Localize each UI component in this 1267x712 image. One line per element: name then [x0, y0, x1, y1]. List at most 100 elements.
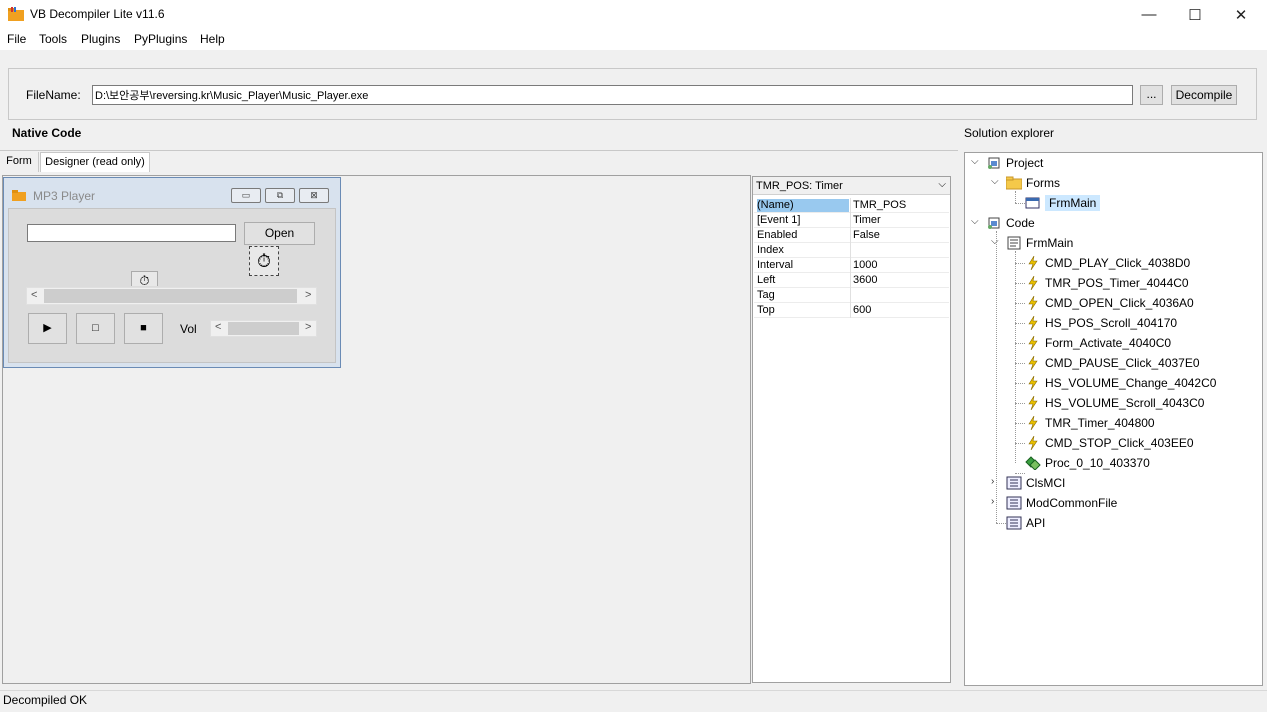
tree-guide-line	[996, 523, 1006, 524]
tree-item-project[interactable]: Project	[986, 153, 1043, 173]
property-row[interactable]: Interval 1000	[754, 258, 949, 273]
tree-guide-line	[1015, 363, 1025, 364]
property-divider	[850, 228, 851, 243]
event-icon	[1025, 376, 1041, 390]
scroll-left-icon[interactable]: <	[215, 321, 221, 333]
tree-node-label: CMD_STOP_Click_403EE0	[1045, 436, 1194, 450]
divider	[0, 150, 958, 151]
tree-node-label: HS_VOLUME_Scroll_4043C0	[1045, 396, 1205, 410]
event-icon	[1025, 396, 1041, 410]
volume-scrollbar-thumb[interactable]	[228, 322, 299, 335]
tree-node-label: Forms	[1026, 176, 1060, 190]
property-value[interactable]: 3600	[853, 274, 877, 286]
tree-item-module[interactable]: API	[1006, 513, 1045, 533]
tree-item-procedure[interactable]: CMD_OPEN_Click_4036A0	[1025, 293, 1194, 313]
property-row[interactable]: [Event 1] Timer	[754, 213, 949, 228]
tree-item-module[interactable]: ClsMCI	[1006, 473, 1065, 493]
filename-input[interactable]	[92, 85, 1133, 105]
tab-designer[interactable]: Designer (read only)	[40, 152, 150, 172]
tree-item-frmmain-code[interactable]: FrmMain	[1006, 233, 1073, 253]
title-bar	[0, 0, 1267, 29]
tree-item-frmmain-form[interactable]: FrmMain	[1025, 193, 1101, 213]
tree-item-code[interactable]: Code	[986, 213, 1035, 233]
close-button[interactable]: ✕	[1218, 0, 1264, 29]
browse-button[interactable]: ...	[1140, 85, 1163, 105]
menu-file[interactable]: File	[7, 32, 26, 46]
tree-guide-line	[1015, 303, 1025, 304]
timer-icon[interactable]: ⏱	[131, 271, 158, 286]
property-row[interactable]: Index	[754, 243, 949, 258]
chevron-down-icon[interactable]: ⌵	[971, 216, 979, 227]
tree-node-label: Code	[1006, 216, 1035, 230]
property-value[interactable]: 600	[853, 304, 871, 316]
decompile-button[interactable]: Decompile	[1171, 85, 1237, 105]
tree-guide-line	[1015, 443, 1025, 444]
tree-node-label: ClsMCI	[1026, 476, 1066, 490]
scroll-right-icon[interactable]: >	[305, 321, 311, 333]
chevron-down-icon[interactable]: ⌵	[971, 156, 979, 167]
tab-form[interactable]: Form	[0, 152, 39, 172]
chevron-down-icon[interactable]: ⌵	[991, 176, 999, 187]
property-row[interactable]: Left 3600	[754, 273, 949, 288]
tree-item-procedure[interactable]: TMR_Timer_404800	[1025, 413, 1155, 433]
form-maximize-icon: ⧉	[265, 188, 295, 203]
tree-item-procedure[interactable]: HS_VOLUME_Change_4042C0	[1025, 373, 1216, 393]
tree-guide-line	[996, 231, 997, 523]
property-value[interactable]: 1000	[853, 259, 877, 271]
tree-item-forms[interactable]: Forms	[1006, 173, 1060, 193]
property-divider	[850, 213, 851, 228]
property-divider	[850, 258, 851, 273]
properties-object-selector[interactable]: TMR_POS: Timer ⌵	[753, 177, 950, 195]
menu-bar	[0, 29, 1267, 50]
chevron-down-icon[interactable]: ⌵	[938, 179, 946, 190]
form-close-icon: ⊠	[299, 188, 329, 203]
app-title: VB Decompiler Lite v11.6	[30, 7, 165, 21]
native-code-title: Native Code	[12, 126, 82, 140]
menu-tools[interactable]: Tools	[39, 32, 67, 46]
property-value[interactable]: TMR_POS	[853, 199, 906, 211]
property-row[interactable]: Tag	[754, 288, 949, 303]
form-open-button[interactable]: Open	[244, 222, 315, 245]
pause-button[interactable]: ■	[124, 313, 163, 344]
menu-help[interactable]: Help	[200, 32, 225, 46]
property-row[interactable]: (Name) TMR_POS	[754, 198, 949, 213]
tree-item-procedure[interactable]: CMD_PLAY_Click_4038D0	[1025, 253, 1190, 273]
menu-plugins[interactable]: Plugins	[81, 32, 120, 46]
property-row[interactable]: Enabled False	[754, 228, 949, 243]
tree-item-procedure[interactable]: HS_VOLUME_Scroll_4043C0	[1025, 393, 1204, 413]
property-value[interactable]: False	[853, 229, 880, 241]
tree-item-procedure[interactable]: CMD_STOP_Click_403EE0	[1025, 433, 1194, 453]
tree-guide-line	[1015, 383, 1025, 384]
tree-item-procedure[interactable]: CMD_PAUSE_Click_4037E0	[1025, 353, 1200, 373]
timer-icon[interactable]: ⏱	[249, 246, 279, 276]
minimize-button[interactable]: —	[1126, 0, 1172, 29]
property-row[interactable]: Top 600	[754, 303, 949, 318]
scroll-left-icon[interactable]: <	[31, 289, 37, 301]
tree-item-procedure[interactable]: Form_Activate_4040C0	[1025, 333, 1171, 353]
property-value[interactable]: Timer	[853, 214, 881, 226]
tree-guide-line	[1015, 203, 1025, 204]
tree-item-procedure[interactable]: HS_POS_Scroll_404170	[1025, 313, 1177, 333]
tree-guide-line	[1015, 191, 1016, 203]
tree-item-procedure[interactable]: Proc_0_10_403370	[1025, 453, 1150, 473]
maximize-button[interactable]: ☐	[1172, 0, 1218, 29]
tree-item-module[interactable]: ModCommonFile	[1006, 493, 1117, 513]
event-icon	[1025, 436, 1041, 450]
stop-button[interactable]: □	[76, 313, 115, 344]
tree-node-label: Project	[1006, 156, 1044, 170]
menu-pyplugins[interactable]: PyPlugins	[134, 32, 187, 46]
status-bar	[0, 690, 1267, 712]
filename-label: FileName:	[26, 88, 81, 102]
chevron-right-icon[interactable]: ›	[991, 496, 994, 507]
position-scrollbar-thumb[interactable]	[44, 289, 297, 303]
chevron-right-icon[interactable]: ›	[991, 476, 994, 487]
module-icon	[1006, 496, 1022, 510]
play-button[interactable]: ▶	[28, 313, 67, 344]
tree-item-procedure[interactable]: TMR_POS_Timer_4044C0	[1025, 273, 1189, 293]
chevron-down-icon[interactable]: ⌵	[991, 236, 999, 247]
scroll-right-icon[interactable]: >	[305, 289, 311, 301]
tree-guide-line	[1015, 423, 1025, 424]
property-name: Interval	[757, 259, 794, 271]
form-file-textbox[interactable]	[27, 224, 236, 242]
project-icon	[986, 156, 1002, 170]
